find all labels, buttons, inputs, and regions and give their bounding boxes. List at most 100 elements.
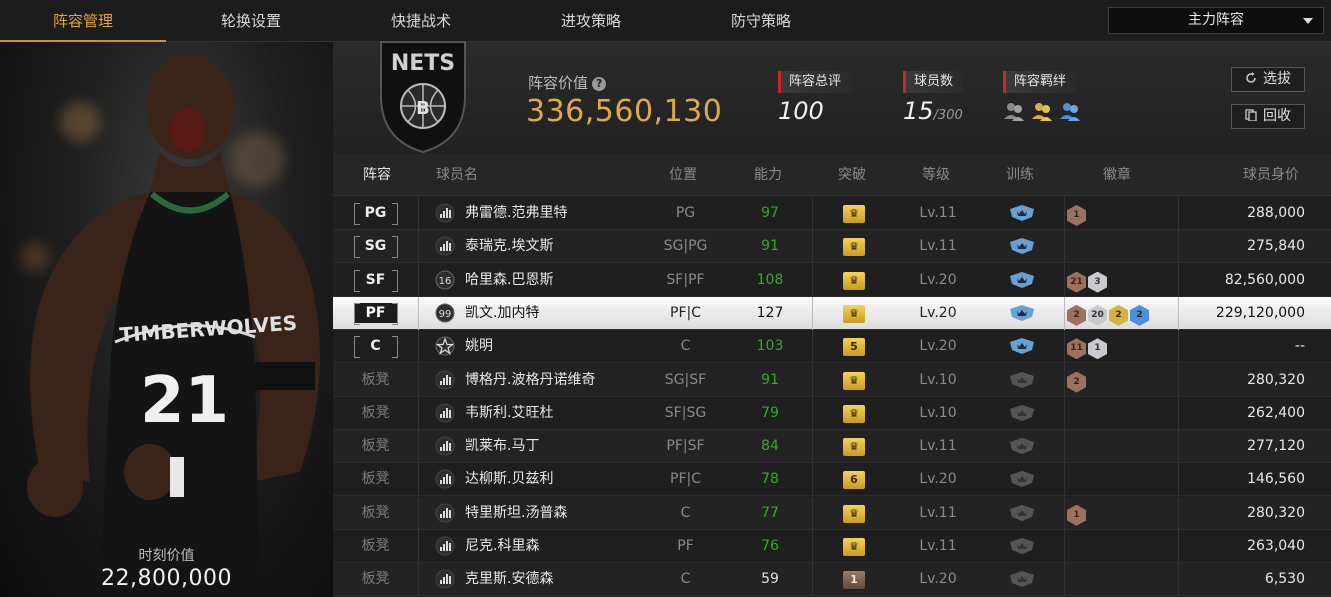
badge-icon[interactable]: 1 bbox=[1067, 205, 1086, 226]
table-row[interactable]: PG 弗雷德.范弗里特 PG 97 ♛ Lv.11 1 288,000 bbox=[333, 197, 1331, 230]
training-cell[interactable] bbox=[980, 563, 1064, 596]
player-name-cell[interactable]: 弗雷德.范弗里特 bbox=[435, 197, 655, 230]
table-row[interactable]: 板凳 克里斯.安德森 C 59 1 Lv.20 6,530 bbox=[333, 563, 1331, 597]
badges-cell[interactable] bbox=[1067, 563, 1175, 596]
badges-cell[interactable] bbox=[1067, 430, 1175, 463]
table-row[interactable]: 板凳 尼克.科里森 PF 76 ♛ Lv.11 263,040 bbox=[333, 530, 1331, 563]
training-inactive-icon[interactable] bbox=[1009, 371, 1035, 388]
badge-icon[interactable]: 1 bbox=[1088, 338, 1107, 360]
table-row[interactable]: 板凳 凯莱布.马丁 PF|SF 84 ♛ Lv.11 277,120 bbox=[333, 430, 1331, 464]
badge-icon[interactable]: 2 bbox=[1130, 304, 1149, 326]
player-name-cell[interactable]: 特里斯坦.汤普森 bbox=[435, 497, 655, 530]
training-cell[interactable] bbox=[980, 264, 1064, 297]
tab-defense-strategy[interactable]: 防守策略 bbox=[676, 0, 846, 42]
training-active-icon[interactable] bbox=[1009, 304, 1035, 321]
tab-rotation-settings[interactable]: 轮换设置 bbox=[166, 0, 336, 42]
column-header-slot[interactable]: 阵容 bbox=[363, 154, 391, 196]
training-cell[interactable] bbox=[980, 430, 1064, 463]
column-header-breakthrough[interactable]: 突破 bbox=[838, 154, 866, 196]
badges-cell[interactable] bbox=[1067, 230, 1175, 263]
training-cell[interactable] bbox=[980, 497, 1064, 530]
player-name-cell[interactable]: 韦斯利.艾旺杜 bbox=[435, 397, 655, 430]
training-active-icon[interactable] bbox=[1009, 205, 1035, 221]
training-active-icon[interactable] bbox=[1009, 338, 1035, 355]
table-row[interactable]: C 姚明 C 103 5 Lv.20 11 1 -- bbox=[333, 330, 1331, 364]
breakthrough-cell[interactable]: 5 bbox=[812, 330, 896, 363]
badge-icon[interactable]: 2 bbox=[1109, 304, 1128, 326]
tab-offense-strategy[interactable]: 进攻策略 bbox=[506, 0, 676, 42]
training-inactive-icon[interactable] bbox=[1009, 538, 1035, 554]
player-name-cell[interactable]: 泰瑞克.埃文斯 bbox=[435, 230, 655, 263]
player-name-cell[interactable]: 99 凯文.加内特 bbox=[435, 297, 655, 330]
breakthrough-cell[interactable]: 1 bbox=[812, 563, 896, 596]
breakthrough-cell[interactable]: ♛ bbox=[812, 230, 896, 263]
training-active-icon[interactable] bbox=[1009, 238, 1035, 255]
slot-cell[interactable]: 板凳 bbox=[333, 364, 418, 397]
badges-cell[interactable] bbox=[1067, 530, 1175, 563]
breakthrough-cell[interactable]: ♛ bbox=[812, 197, 896, 230]
tab-lineup-management[interactable]: 阵容管理 bbox=[0, 0, 166, 42]
training-cell[interactable] bbox=[980, 330, 1064, 363]
column-header-badges[interactable]: 徽章 bbox=[1103, 154, 1131, 196]
badges-cell[interactable]: 2 bbox=[1067, 364, 1175, 397]
player-name-cell[interactable]: 凯莱布.马丁 bbox=[435, 430, 655, 463]
column-header-position[interactable]: 位置 bbox=[669, 154, 697, 196]
breakthrough-cell[interactable]: 6 bbox=[812, 463, 896, 496]
badges-cell[interactable] bbox=[1067, 463, 1175, 496]
training-cell[interactable] bbox=[980, 530, 1064, 563]
breakthrough-cell[interactable]: ♛ bbox=[812, 297, 896, 330]
badge-icon[interactable]: 11 bbox=[1067, 338, 1086, 360]
training-active-icon[interactable] bbox=[1009, 271, 1035, 288]
slot-cell[interactable]: 板凳 bbox=[333, 497, 418, 530]
slot-cell[interactable]: 板凳 bbox=[333, 530, 418, 563]
breakthrough-cell[interactable]: ♛ bbox=[812, 497, 896, 530]
badges-cell[interactable]: 1 bbox=[1067, 497, 1175, 530]
help-icon[interactable]: ? bbox=[592, 77, 607, 91]
badge-icon[interactable]: 20 bbox=[1088, 304, 1107, 326]
training-cell[interactable] bbox=[980, 364, 1064, 397]
training-cell[interactable] bbox=[980, 297, 1064, 330]
badge-icon[interactable]: 1 bbox=[1067, 504, 1086, 526]
table-row[interactable]: SG 泰瑞克.埃文斯 SG|PG 91 ♛ Lv.11 275,840 bbox=[333, 230, 1331, 264]
column-header-price[interactable]: 球员身价 bbox=[1243, 154, 1299, 196]
table-row[interactable]: PF 99 凯文.加内特 PF|C 127 ♛ Lv.20 2 20 2 2 229,120,000 bbox=[333, 296, 1331, 330]
bond-blue-icon[interactable] bbox=[1059, 101, 1081, 121]
training-inactive-icon[interactable] bbox=[1009, 504, 1035, 521]
training-inactive-icon[interactable] bbox=[1009, 438, 1035, 455]
training-inactive-icon[interactable] bbox=[1009, 471, 1035, 488]
slot-cell[interactable]: 板凳 bbox=[333, 463, 418, 496]
bond-grey-icon[interactable] bbox=[1003, 101, 1025, 121]
slot-cell[interactable]: 板凳 bbox=[333, 563, 418, 596]
training-inactive-icon[interactable] bbox=[1009, 404, 1035, 421]
training-cell[interactable] bbox=[980, 397, 1064, 430]
table-row[interactable]: 板凳 韦斯利.艾旺杜 SF|SG 79 ♛ Lv.10 262,400 bbox=[333, 396, 1331, 430]
column-header-ability[interactable]: 能力 bbox=[754, 154, 782, 196]
slot-cell[interactable]: PF bbox=[333, 297, 418, 330]
badges-cell[interactable]: 2 20 2 2 bbox=[1067, 297, 1175, 330]
badges-cell[interactable]: 21 3 bbox=[1067, 264, 1175, 297]
column-header-level[interactable]: 等级 bbox=[922, 154, 950, 196]
training-inactive-icon[interactable] bbox=[1009, 571, 1035, 588]
training-cell[interactable] bbox=[980, 230, 1064, 263]
badge-icon[interactable]: 21 bbox=[1067, 271, 1086, 293]
player-name-cell[interactable]: 姚明 bbox=[435, 330, 655, 363]
badge-icon[interactable]: 2 bbox=[1067, 371, 1086, 393]
table-row[interactable]: 板凳 博格丹.波格丹诺维奇 SG|SF 91 ♛ Lv.10 2 280,320 bbox=[333, 363, 1331, 397]
slot-cell[interactable]: SF bbox=[333, 264, 418, 297]
breakthrough-cell[interactable]: ♛ bbox=[812, 430, 896, 463]
breakthrough-cell[interactable]: ♛ bbox=[812, 364, 896, 397]
player-name-cell[interactable]: 16 哈里森.巴恩斯 bbox=[435, 264, 655, 297]
badges-cell[interactable]: 11 1 bbox=[1067, 330, 1175, 363]
breakthrough-cell[interactable]: ♛ bbox=[812, 530, 896, 563]
slot-cell[interactable]: C bbox=[333, 330, 418, 363]
table-row[interactable]: 板凳 达柳斯.贝兹利 PF|C 78 6 Lv.20 146,560 bbox=[333, 463, 1331, 497]
scout-button[interactable]: 选拔 bbox=[1231, 67, 1305, 92]
training-cell[interactable] bbox=[980, 197, 1064, 230]
table-row[interactable]: 板凳 特里斯坦.汤普森 C 77 ♛ Lv.11 1 280,320 bbox=[333, 496, 1331, 530]
column-header-name[interactable]: 球员名 bbox=[436, 154, 478, 196]
player-name-cell[interactable]: 博格丹.波格丹诺维奇 bbox=[435, 364, 655, 397]
player-name-cell[interactable]: 克里斯.安德森 bbox=[435, 563, 655, 596]
badges-cell[interactable] bbox=[1067, 397, 1175, 430]
slot-cell[interactable]: 板凳 bbox=[333, 430, 418, 463]
lineup-select-dropdown[interactable]: 主力阵容 bbox=[1108, 7, 1324, 34]
